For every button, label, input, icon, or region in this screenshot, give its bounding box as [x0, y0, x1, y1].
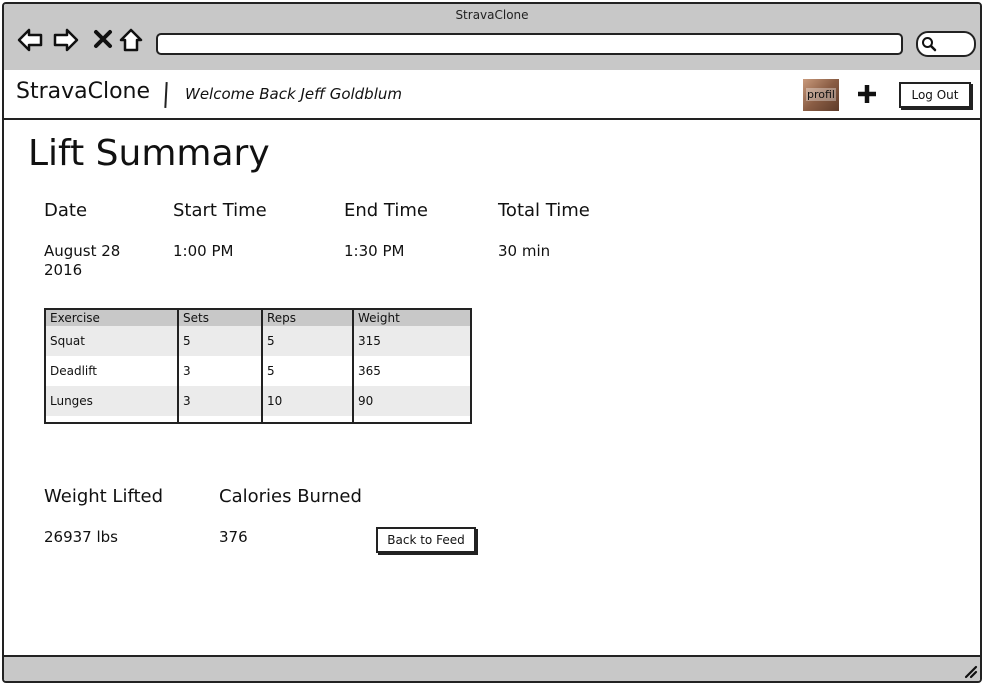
date-value: August 28 2016: [44, 242, 120, 280]
search-icon: [922, 37, 937, 52]
cell-sets: 3: [177, 356, 262, 386]
cell-weight: 315: [352, 326, 470, 356]
address-bar[interactable]: [156, 33, 903, 55]
date-label: Date: [44, 200, 88, 221]
table-row-empty: [46, 416, 470, 424]
back-arrow-icon[interactable]: [16, 26, 44, 54]
start-time-label: Start Time: [173, 200, 267, 221]
start-time-value: 1:00 PM: [173, 242, 234, 260]
avatar-label: profil: [806, 88, 836, 101]
weight-lifted-value: 26937 lbs: [44, 528, 118, 546]
cell-reps: 5: [261, 356, 353, 386]
browser-window: StravaClone StravaClone Welcome Back Jef…: [2, 2, 982, 683]
back-to-feed-button[interactable]: Back to Feed: [376, 527, 476, 553]
avatar[interactable]: profil: [803, 79, 839, 111]
column-header-weight: Weight: [352, 310, 470, 326]
app-header: StravaClone Welcome Back Jeff Goldblum p…: [4, 70, 980, 120]
table-row: Lunges 3 10 90: [46, 386, 470, 416]
table-row: Squat 5 5 315: [46, 326, 470, 356]
exercise-table: Exercise Sets Reps Weight Squat 5 5 315 …: [44, 308, 472, 424]
calories-burned-label: Calories Burned: [219, 486, 362, 507]
calories-burned-value: 376: [219, 528, 248, 546]
close-icon[interactable]: [90, 26, 118, 54]
brand-logo[interactable]: StravaClone: [16, 79, 150, 104]
date-value-line2: 2016: [44, 261, 83, 279]
logout-button[interactable]: Log Out: [899, 82, 971, 108]
cell-weight: 90: [352, 386, 470, 416]
weight-lifted-label: Weight Lifted: [44, 486, 164, 507]
column-header-exercise: Exercise: [46, 310, 178, 326]
cell-exercise: Squat: [46, 326, 178, 356]
table-header-row: Exercise Sets Reps Weight: [46, 310, 470, 326]
date-value-line1: August 28: [44, 242, 121, 260]
total-time-value: 30 min: [498, 242, 551, 260]
plus-icon[interactable]: [855, 82, 879, 106]
browser-chrome: StravaClone: [4, 4, 980, 72]
cell-sets: 3: [177, 386, 262, 416]
cell-exercise: Lunges: [46, 386, 178, 416]
column-header-sets: Sets: [177, 310, 262, 326]
end-time-value: 1:30 PM: [344, 242, 405, 260]
end-time-label: End Time: [344, 200, 428, 221]
home-icon[interactable]: [117, 26, 145, 54]
status-bar: [4, 655, 980, 681]
browser-search[interactable]: [916, 31, 976, 57]
total-time-label: Total Time: [498, 200, 590, 221]
cell-reps: 10: [261, 386, 353, 416]
header-divider: [164, 81, 168, 109]
window-title: StravaClone: [455, 8, 529, 22]
column-header-reps: Reps: [261, 310, 353, 326]
forward-arrow-icon[interactable]: [52, 26, 80, 54]
cell-exercise: Deadlift: [50, 364, 97, 378]
cell-reps: 5: [261, 326, 353, 356]
page-title: Lift Summary: [28, 133, 270, 174]
cell-sets: 5: [177, 326, 262, 356]
table-row: Deadlift 3 5 365: [46, 356, 470, 386]
resize-grip-icon[interactable]: [962, 663, 978, 679]
main-content: Lift Summary Date Start Time End Time To…: [4, 120, 980, 658]
cell-weight: 365: [352, 356, 470, 386]
welcome-message: Welcome Back Jeff Goldblum: [185, 85, 402, 103]
